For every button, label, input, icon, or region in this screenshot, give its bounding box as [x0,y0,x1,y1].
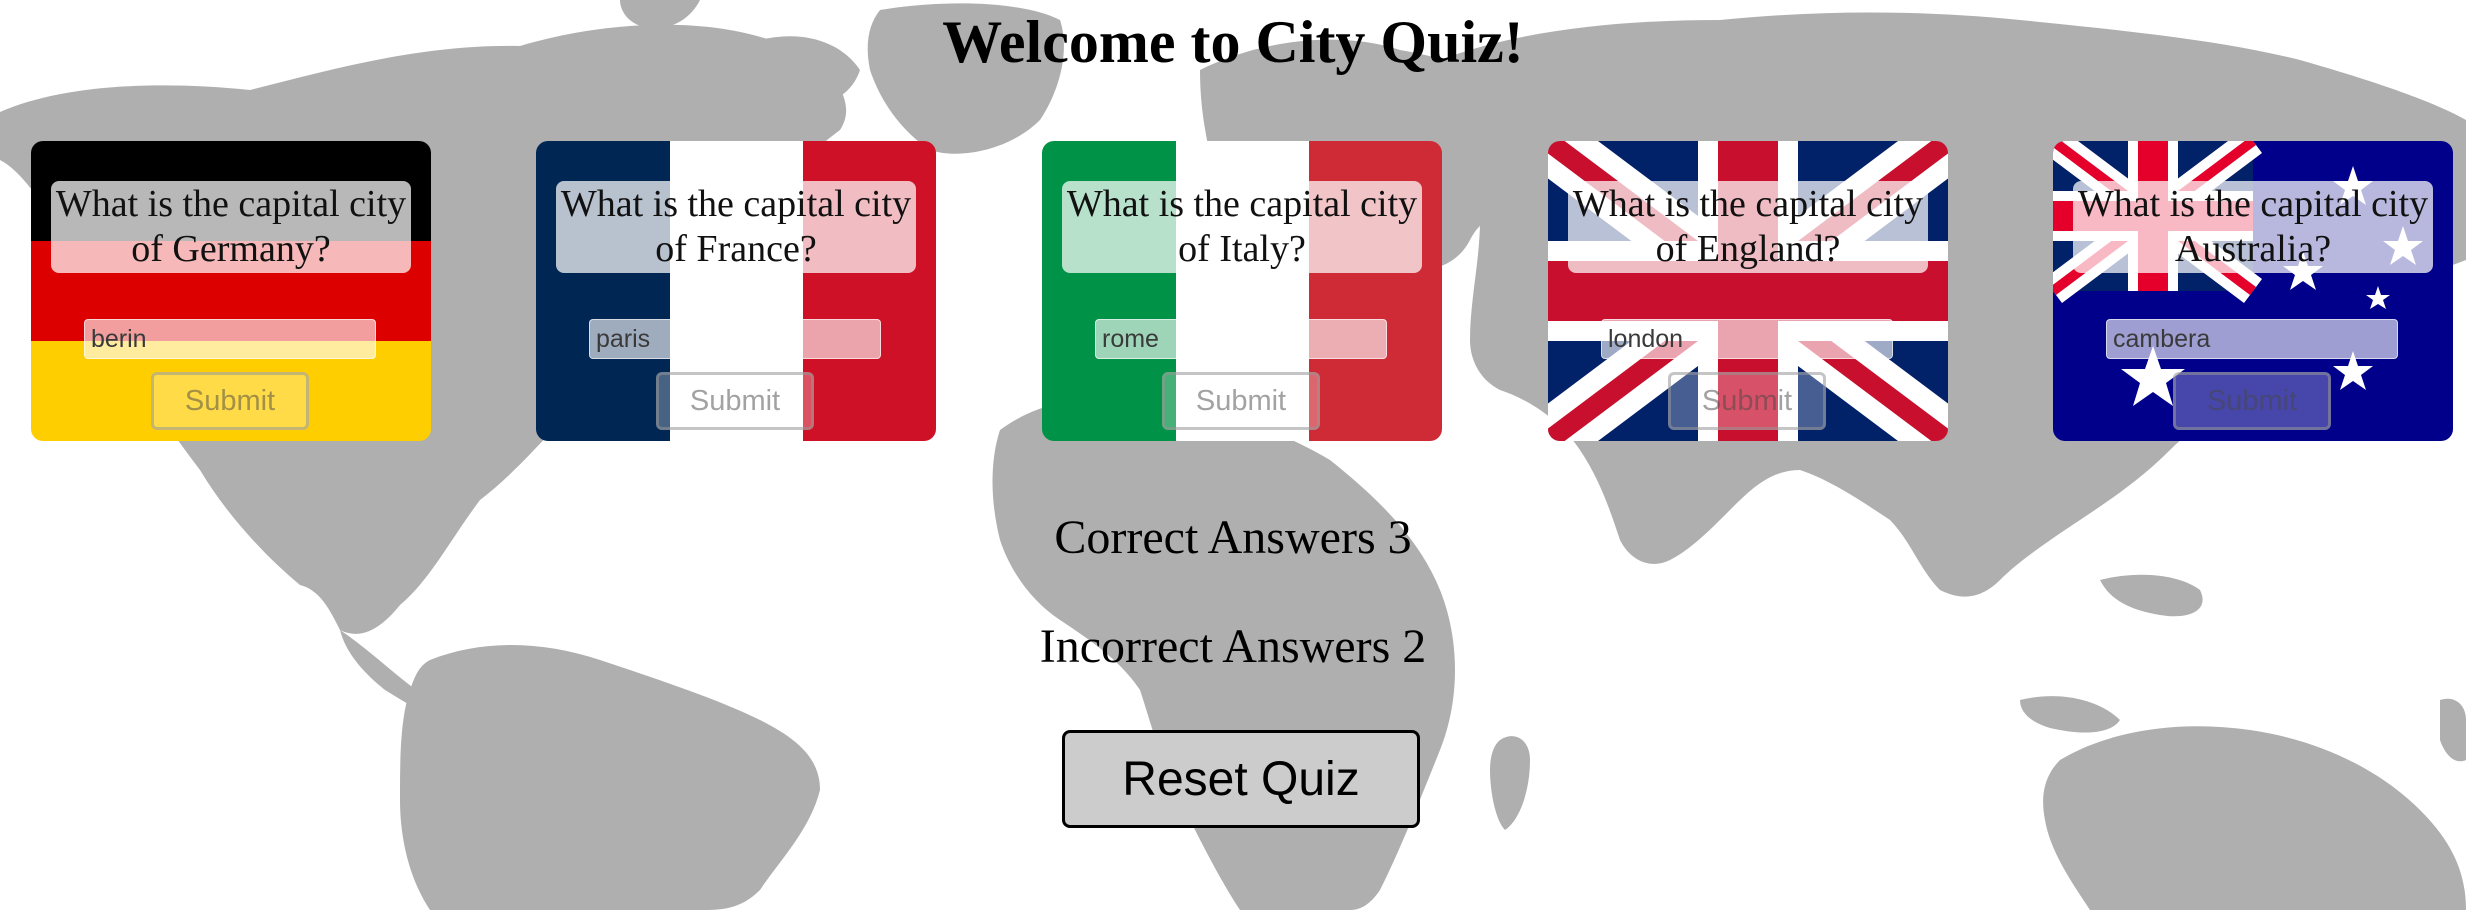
answer-input[interactable] [84,319,376,359]
question-text: What is the capital city of Germany? [51,181,411,273]
reset-quiz-button[interactable]: Reset Quiz [1062,730,1420,828]
page-title: Welcome to City Quiz! [942,9,1524,75]
incorrect-answers-count: Incorrect Answers 2 [1039,620,1427,673]
submit-button[interactable]: Submit [1162,372,1320,430]
quiz-card-england: What is the capital city of England? Sub… [1548,141,1948,441]
answer-input[interactable] [1095,319,1387,359]
submit-button[interactable]: Submit [1668,372,1826,430]
question-text: What is the capital city of France? [556,181,916,273]
answer-input[interactable] [589,319,881,359]
submit-button[interactable]: Submit [2173,372,2331,430]
question-text: What is the capital city of Italy? [1062,181,1422,273]
question-text: What is the capital city Australia? [2073,181,2433,273]
quiz-card-australia: What is the capital city Australia? Subm… [2053,141,2453,441]
question-text: What is the capital city of England? [1568,181,1928,273]
quiz-card-italy: What is the capital city of Italy? Submi… [1042,141,1442,441]
answer-input[interactable] [1601,319,1893,359]
correct-answers-count: Correct Answers 3 [1054,511,1412,564]
submit-button[interactable]: Submit [656,372,814,430]
quiz-card-germany: What is the capital city of Germany? Sub… [31,141,431,441]
quiz-card-france: What is the capital city of France? Subm… [536,141,936,441]
answer-input[interactable] [2106,319,2398,359]
submit-button[interactable]: Submit [151,372,309,430]
